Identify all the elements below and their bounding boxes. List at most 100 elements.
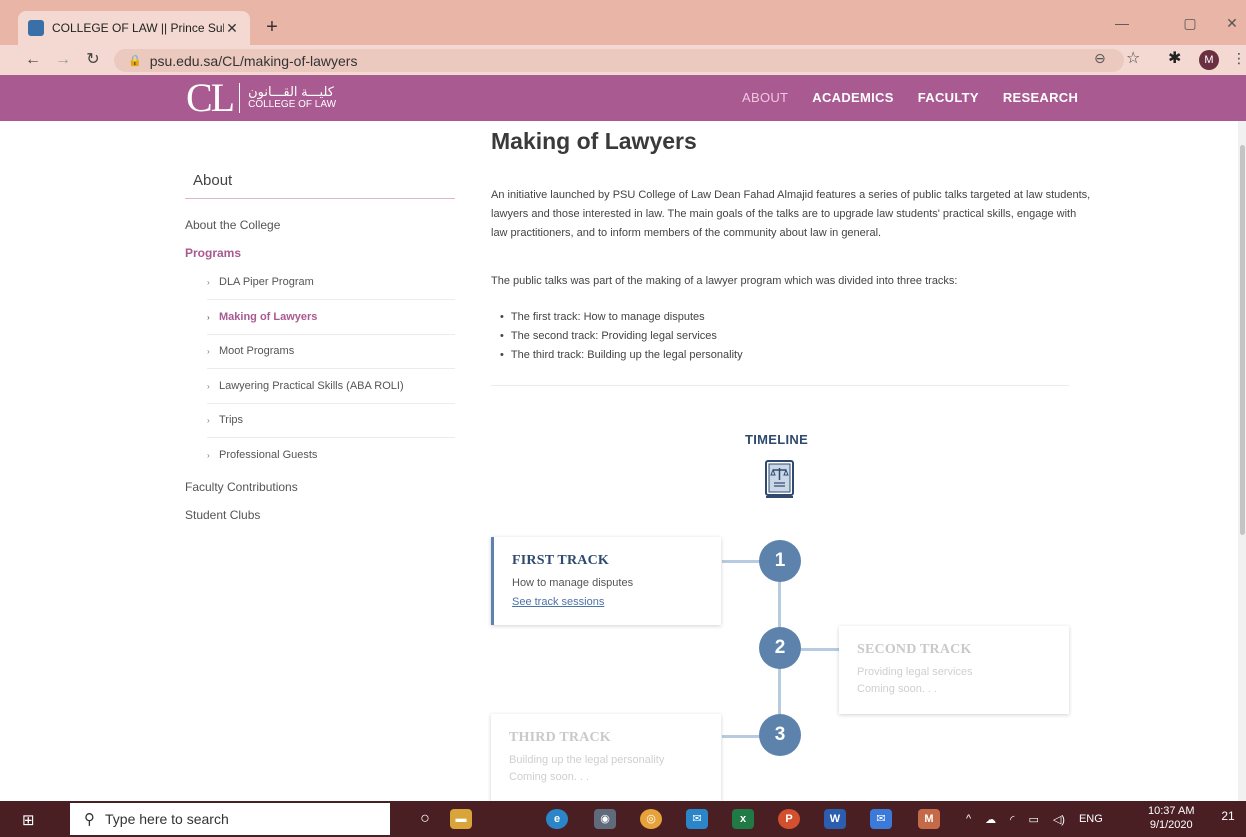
chevron-up-icon[interactable]: ^ — [966, 813, 971, 825]
minimize-icon[interactable]: — — [1104, 10, 1140, 36]
law-book-scales-icon — [765, 460, 794, 498]
notifications-icon[interactable]: 21 — [1218, 809, 1238, 829]
track-desc: Providing legal services — [857, 666, 973, 678]
volume-icon[interactable]: ◁) — [1053, 813, 1065, 826]
page-title: Making of Lawyers — [491, 128, 697, 154]
onedrive-cloud-icon[interactable]: ☁ — [985, 813, 996, 826]
chevron-right-icon: › — [207, 278, 210, 287]
url-text: psu.edu.sa/CL/making-of-lawyers — [149, 52, 358, 69]
sidebar-subitem-dla-piper[interactable]: › DLA Piper Program — [207, 265, 455, 300]
powerpoint-icon[interactable]: P — [778, 809, 800, 829]
track-status: Coming soon. . . — [509, 771, 590, 783]
search-icon: ⚲ — [84, 811, 95, 828]
lock-icon: 🔒 — [128, 55, 142, 67]
taskbar: ⊞ ⚲ Type here to search ○ ▬ e ◉ ◎ ✉ x P … — [0, 801, 1246, 837]
timeline-connector — [722, 735, 762, 738]
track-card-second: SECOND TRACK Providing legal services Co… — [839, 626, 1069, 714]
maximize-icon[interactable]: ▢ — [1172, 10, 1208, 36]
tracks-list: The first track: How to manage disputes … — [500, 308, 743, 365]
chrome-profile-icon[interactable]: M — [918, 809, 940, 829]
outlook-icon[interactable]: ✉ — [870, 809, 892, 829]
tab-close-icon[interactable]: ✕ — [224, 20, 240, 37]
back-arrow-icon[interactable]: ← — [22, 49, 44, 71]
camera-icon[interactable]: ◉ — [594, 809, 616, 829]
track-card-third: THIRD TRACK Building up the legal person… — [491, 714, 721, 802]
clock-date: 9/1/2020 — [1149, 819, 1193, 831]
new-tab-button[interactable]: + — [262, 15, 282, 39]
nav-faculty[interactable]: FACULTY — [918, 90, 979, 105]
track-status: Coming soon. . . — [857, 683, 938, 695]
nav-research[interactable]: RESEARCH — [1003, 90, 1078, 105]
battery-icon[interactable]: ▭ — [1028, 813, 1038, 826]
timeline-connector — [800, 648, 840, 651]
section-divider — [491, 385, 1069, 386]
address-bar[interactable]: 🔒 psu.edu.sa/CL/making-of-lawyers — [114, 49, 1124, 72]
logo-divider — [239, 83, 241, 113]
sidebar-subitem-lawyering-skills[interactable]: › Lawyering Practical Skills (ABA ROLI) — [207, 369, 455, 404]
windows-start-icon[interactable]: ⊞ — [22, 811, 35, 829]
timeline-connector — [722, 560, 762, 563]
cortana-icon[interactable]: ○ — [414, 809, 436, 829]
intro-paragraph: An initiative launched by PSU College of… — [491, 189, 1091, 239]
sidebar-item-about-college[interactable]: About the College — [185, 218, 280, 232]
profile-avatar[interactable]: M — [1199, 50, 1219, 70]
chevron-right-icon: › — [207, 416, 210, 425]
list-item: The second track: Providing legal servic… — [500, 327, 743, 346]
sidebar-subitem-professional-guests[interactable]: › Professional Guests — [207, 438, 455, 473]
sidebar-item-programs[interactable]: Programs — [185, 246, 241, 260]
tracks-intro: The public talks was part of the making … — [491, 275, 958, 287]
sidebar-subitem-making-of-lawyers[interactable]: › Making of Lawyers — [207, 300, 455, 335]
system-tray: ^ ☁ ◜ ▭ ◁) ENG — [966, 801, 1103, 837]
scrollbar-thumb[interactable] — [1240, 145, 1245, 535]
logo-names: كليـــة القـــانون COLLEGE OF LAW — [248, 85, 336, 111]
clock-time: 10:37 AM — [1148, 805, 1195, 817]
timeline-step-3: 3 — [759, 714, 801, 756]
sidebar-item-faculty-contributions[interactable]: Faculty Contributions — [185, 480, 298, 494]
wifi-icon[interactable]: ◜ — [1010, 813, 1014, 826]
chevron-right-icon: › — [207, 451, 210, 460]
chevron-right-icon: › — [207, 382, 210, 391]
track-title: THIRD TRACK — [509, 730, 611, 745]
sidebar-subitem-moot-programs[interactable]: › Moot Programs — [207, 334, 455, 369]
excel-icon[interactable]: x — [732, 809, 754, 829]
sidebar-title: About — [193, 172, 233, 189]
browser-tab-strip: COLLEGE OF LAW || Prince Sultan ✕ + — ▢ … — [0, 0, 1246, 45]
window-close-icon[interactable]: ✕ — [1214, 10, 1246, 36]
list-item: The third track: Building up the legal p… — [500, 346, 743, 365]
track-card-first: FIRST TRACK How to manage disputes See t… — [491, 537, 721, 625]
list-item: The first track: How to manage disputes — [500, 308, 743, 327]
site-favicon-icon — [28, 20, 44, 36]
edge-icon[interactable]: e — [546, 809, 568, 829]
chrome-icon[interactable]: ◎ — [640, 809, 662, 829]
chevron-right-icon: › — [207, 347, 210, 356]
track-desc: Building up the legal personality — [509, 754, 665, 766]
word-icon[interactable]: W — [824, 809, 846, 829]
timeline-step-2: 2 — [759, 627, 801, 669]
college-logo[interactable]: CL كليـــة القـــانون COLLEGE OF LAW — [186, 77, 336, 119]
sidebar-item-student-clubs[interactable]: Student Clubs — [185, 508, 260, 522]
track-desc: How to manage disputes — [512, 577, 634, 589]
extensions-puzzle-icon[interactable]: ✱ — [1168, 48, 1181, 68]
browser-menu-icon[interactable]: ⋮ — [1232, 50, 1246, 67]
chevron-right-icon: › — [207, 313, 210, 322]
zoom-icon[interactable]: ⊖ — [1094, 50, 1106, 67]
see-track-sessions-link[interactable]: See track sessions — [512, 596, 604, 608]
sidebar-subitem-trips[interactable]: › Trips — [207, 403, 455, 438]
nav-about[interactable]: ABOUT — [742, 90, 788, 105]
forward-arrow-icon[interactable]: → — [52, 49, 74, 71]
nav-academics[interactable]: ACADEMICS — [812, 90, 893, 105]
mail-icon[interactable]: ✉ — [686, 809, 708, 829]
taskbar-search[interactable]: ⚲ Type here to search — [70, 803, 390, 835]
system-clock[interactable]: 10:37 AM 9/1/2020 — [1148, 804, 1194, 832]
browser-tab[interactable]: COLLEGE OF LAW || Prince Sultan ✕ — [18, 11, 250, 45]
notification-count: 21 — [1221, 809, 1235, 823]
timeline-step-1: 1 — [759, 540, 801, 582]
bookmark-star-icon[interactable]: ☆ — [1126, 48, 1140, 68]
sidebar-divider — [185, 198, 455, 199]
file-explorer-icon[interactable]: ▬ — [450, 809, 472, 829]
reload-icon[interactable]: ↻ — [82, 49, 104, 71]
search-placeholder: Type here to search — [105, 811, 229, 827]
timeline-title: TIMELINE — [745, 432, 809, 447]
language-indicator[interactable]: ENG — [1079, 813, 1103, 825]
logo-mark: CL — [186, 75, 235, 120]
